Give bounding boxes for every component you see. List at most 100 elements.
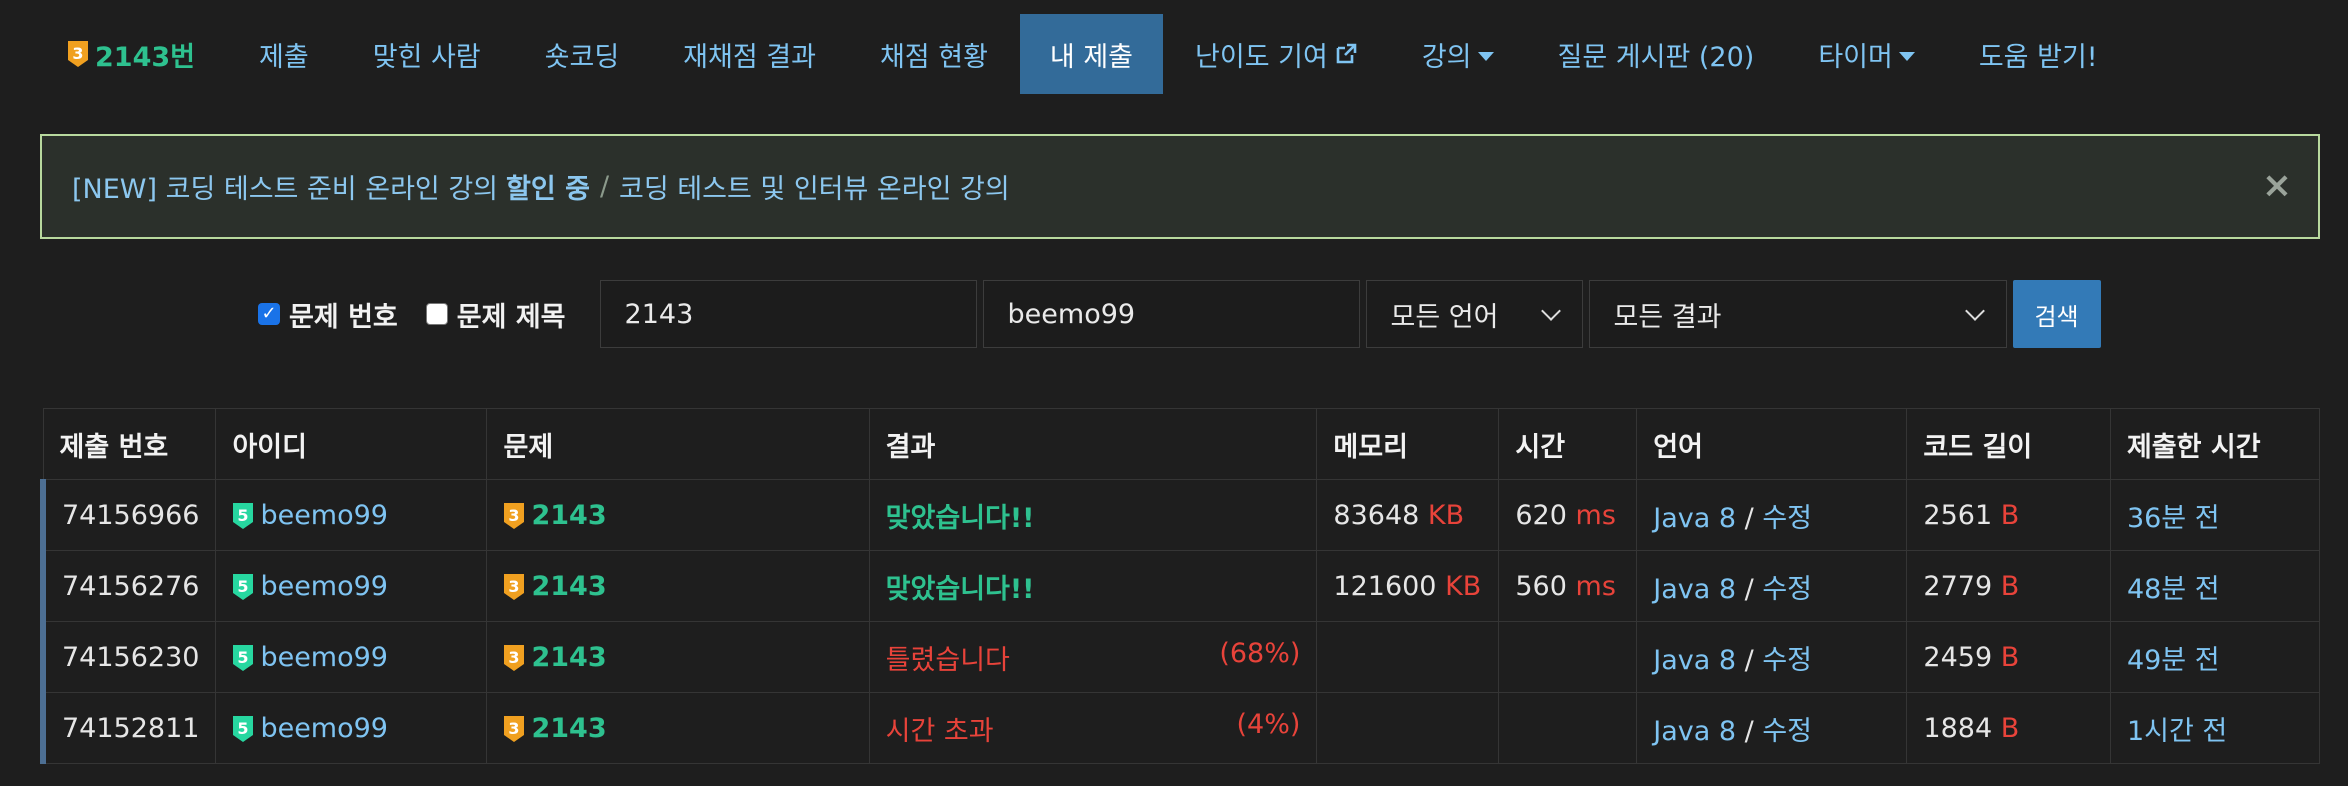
chevron-down-icon: [1540, 301, 1561, 321]
tier-number: 3: [509, 719, 520, 738]
nav-rejudge-results[interactable]: 재채점 결과: [651, 14, 848, 94]
result-select[interactable]: 모든 결과: [1588, 280, 2007, 348]
language-cell: Java 8 / 수정: [1636, 692, 1908, 764]
code-length-cell: 2779 B: [1906, 550, 2111, 622]
problem-number-checkbox-label: 문제 번호: [289, 301, 398, 333]
submitted-time-link[interactable]: 1시간 전: [2127, 716, 2227, 747]
table-row: 74156276 5 beemo99 3 2143 맞았습니다!! 121600…: [40, 550, 2321, 622]
notice-highlight[interactable]: 할인 중: [506, 167, 590, 206]
user-id-input[interactable]: beemo99: [982, 280, 1360, 348]
user-link[interactable]: beemo99: [260, 500, 388, 531]
code-length-unit: B: [2000, 712, 2020, 744]
tier-number: 3: [509, 648, 520, 667]
user-cell: 5 beemo99: [215, 479, 488, 551]
submission-filter-form: 문제 번호 문제 제목 2143 beemo99 모든 언어 모든 결과 검색: [258, 280, 2101, 348]
problem-cell: 3 2143: [486, 550, 870, 622]
submissions-table: 제출 번호 아이디 문제 결과 메모리 시간 언어 코드 길이 제출한 시간 7…: [40, 408, 2321, 764]
user-link[interactable]: beemo99: [260, 571, 388, 602]
edit-link[interactable]: 수정: [1762, 503, 1812, 534]
time-cell: 620 ms: [1498, 479, 1638, 551]
notice-prefix-link[interactable]: [NEW] 코딩 테스트 준비 온라인 강의: [72, 167, 498, 206]
time-unit: ms: [1575, 570, 1616, 602]
nav-submit[interactable]: 제출: [227, 14, 341, 94]
submitted-cell: 1시간 전: [2109, 692, 2321, 764]
result-text[interactable]: 맞았습니다!!: [886, 574, 1035, 605]
result-select-value: 모든 결과: [1613, 301, 1722, 333]
code-length-value: 1884: [1923, 712, 1993, 744]
header-user-id: 아이디: [215, 408, 488, 480]
submitted-time-link[interactable]: 48분 전: [2127, 574, 2220, 605]
problem-link[interactable]: 2143: [531, 713, 606, 744]
problem-number-checkbox-group[interactable]: 문제 번호: [258, 295, 398, 334]
code-length-unit: B: [2000, 570, 2020, 602]
nav-problem-number-label: 2143번: [95, 41, 195, 73]
platinum-tier-badge-icon: 5: [233, 574, 254, 600]
submitted-time-link[interactable]: 36분 전: [2127, 503, 2220, 534]
nav-difficulty-contribution[interactable]: 난이도 기여: [1163, 14, 1390, 94]
submitted-cell: 49분 전: [2109, 621, 2321, 693]
result-text[interactable]: 시간 초과: [886, 716, 994, 747]
problem-id-input[interactable]: 2143: [599, 280, 977, 348]
problem-link[interactable]: 2143: [531, 571, 606, 602]
time-cell: [1498, 621, 1638, 693]
user-link[interactable]: beemo99: [260, 642, 388, 673]
code-length-cell: 1884 B: [1906, 692, 2111, 764]
notice-suffix-link[interactable]: 코딩 테스트 및 인터뷰 온라인 강의: [619, 167, 1010, 206]
close-icon[interactable]: ×: [2262, 166, 2292, 206]
nav-timer[interactable]: 타이머: [1786, 14, 1947, 94]
submission-id-cell: 74152811: [40, 692, 217, 764]
nav-short-coding[interactable]: 숏코딩: [513, 14, 652, 94]
time-unit: ms: [1575, 499, 1616, 531]
problem-link[interactable]: 2143: [531, 500, 606, 531]
problem-title-checkbox[interactable]: [425, 303, 448, 325]
code-length-value: 2561: [1923, 499, 1993, 531]
caret-down-icon: [1477, 51, 1494, 61]
language-select-value: 모든 언어: [1390, 301, 1499, 333]
language-cell: Java 8 / 수정: [1636, 621, 1908, 693]
gold-tier-badge-icon: 3: [68, 41, 88, 67]
header-memory: 메모리: [1316, 408, 1500, 480]
problem-number-checkbox[interactable]: [258, 303, 280, 325]
time-value: 560: [1515, 570, 1567, 602]
gold-tier-badge-icon: 3: [504, 574, 525, 600]
problem-title-checkbox-label: 문제 제목: [456, 301, 566, 333]
language-link[interactable]: Java 8: [1653, 716, 1736, 747]
result-cell: 맞았습니다!!: [868, 479, 1318, 551]
language-separator: /: [1736, 644, 1763, 676]
nav-problem-number[interactable]: 3 2143번: [40, 14, 227, 94]
language-link[interactable]: Java 8: [1653, 503, 1736, 534]
problem-title-checkbox-group[interactable]: 문제 제목: [425, 295, 566, 334]
code-length-value: 2779: [1923, 570, 1993, 602]
memory-unit: KB: [1427, 499, 1465, 531]
edit-link[interactable]: 수정: [1762, 645, 1812, 676]
header-submission-id: 제출 번호: [42, 408, 217, 480]
external-link-icon: [1336, 43, 1357, 64]
memory-unit: KB: [1445, 570, 1482, 602]
memory-value: 83648: [1333, 499, 1420, 531]
problem-link[interactable]: 2143: [531, 642, 606, 673]
gold-tier-badge-icon: 3: [504, 716, 525, 742]
nav-solvers[interactable]: 맞힌 사람: [341, 14, 513, 94]
nav-status[interactable]: 채점 현황: [848, 14, 1020, 94]
language-select[interactable]: 모든 언어: [1365, 280, 1583, 348]
edit-link[interactable]: 수정: [1762, 716, 1812, 747]
result-text[interactable]: 틀렸습니다: [886, 645, 1010, 676]
submission-id: 74156276: [62, 570, 200, 602]
nav-my-submissions[interactable]: 내 제출: [1019, 14, 1164, 94]
user-link[interactable]: beemo99: [260, 713, 388, 744]
search-button[interactable]: 검색: [2012, 280, 2101, 348]
language-separator: /: [1736, 573, 1763, 605]
edit-link[interactable]: 수정: [1762, 574, 1812, 605]
user-cell: 5 beemo99: [215, 692, 488, 764]
result-cell: 시간 초과 (4%): [868, 692, 1318, 764]
language-link[interactable]: Java 8: [1653, 645, 1736, 676]
submission-id: 74152811: [62, 712, 200, 744]
nav-get-help[interactable]: 도움 받기!: [1947, 14, 2130, 94]
language-link[interactable]: Java 8: [1653, 574, 1736, 605]
result-cell: 맞았습니다!!: [868, 550, 1318, 622]
result-text[interactable]: 맞았습니다!!: [886, 503, 1035, 534]
submitted-time-link[interactable]: 49분 전: [2127, 645, 2220, 676]
nav-lectures[interactable]: 강의: [1390, 14, 1526, 94]
nav-qna-board[interactable]: 질문 게시판 (20): [1526, 14, 1787, 94]
header-result: 결과: [868, 408, 1318, 480]
